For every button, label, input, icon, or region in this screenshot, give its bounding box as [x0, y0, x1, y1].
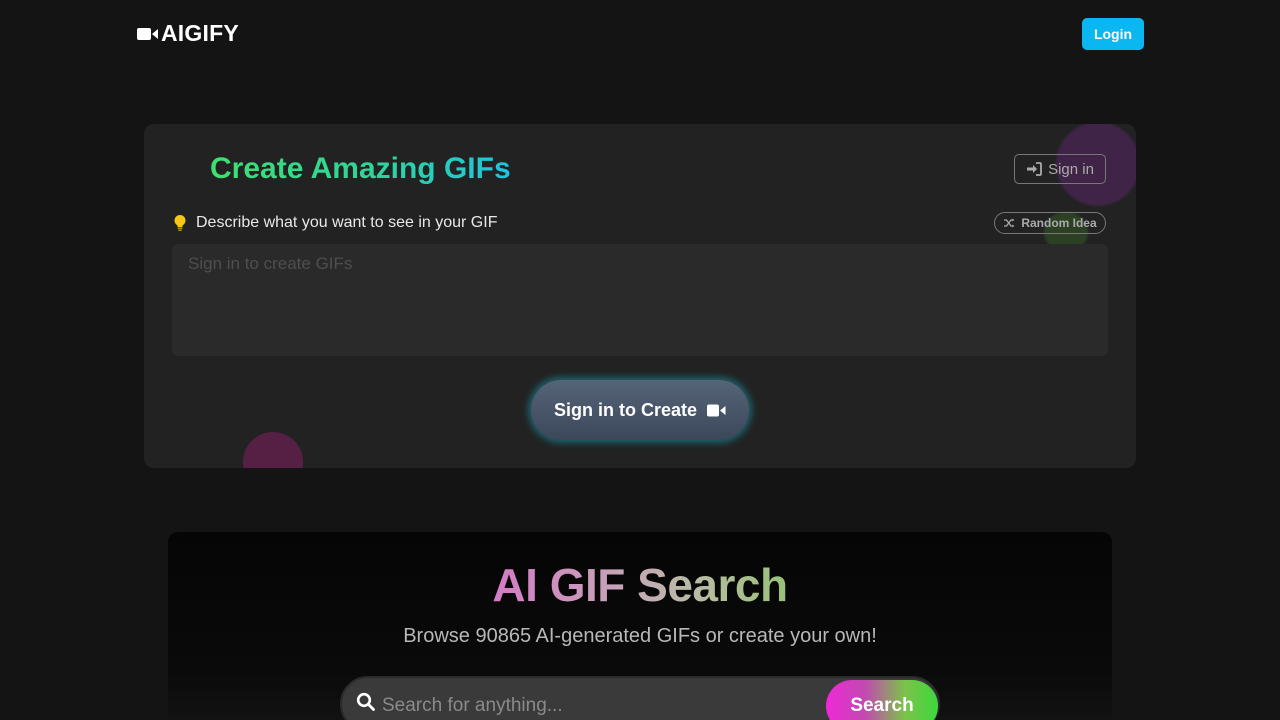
search-icon	[356, 692, 376, 712]
random-idea-label: Random Idea	[1021, 216, 1097, 230]
shuffle-icon	[1003, 217, 1015, 229]
prompt-textarea[interactable]	[172, 244, 1108, 356]
lightbulb-icon	[172, 214, 188, 232]
logo-text: AIGIFY	[161, 20, 239, 46]
search-title-text: AI GIF Search	[492, 559, 788, 611]
sign-in-label: Sign in	[1048, 160, 1094, 178]
page: AIGIFY Login Create Amazing GIFs Sign in	[0, 0, 1280, 720]
search-title: AI GIF Search	[168, 558, 1112, 612]
video-camera-icon	[137, 27, 159, 41]
search-input[interactable]	[380, 688, 824, 720]
logo[interactable]: AIGIFY	[137, 20, 239, 47]
decorative-blob	[243, 432, 303, 468]
prompt-label-row: Describe what you want to see in your GI…	[172, 214, 497, 232]
prompt-label: Describe what you want to see in your GI…	[196, 214, 498, 231]
login-button[interactable]: Login	[1082, 18, 1144, 50]
sign-in-button[interactable]: Sign in	[1014, 154, 1106, 184]
create-button-label: Sign in to Create	[553, 399, 697, 420]
gif-search-section: AI GIF Search Browse 90865 AI-generated …	[168, 532, 1112, 720]
sign-in-to-create-button[interactable]: Sign in to Create	[531, 380, 749, 440]
sign-in-icon	[1026, 162, 1042, 176]
search-bar: Search	[340, 676, 940, 720]
search-subtitle: Browse 90865 AI-generated GIFs or create…	[403, 625, 877, 647]
search-button[interactable]: Search	[826, 680, 938, 720]
create-title: Create Amazing GIFs	[210, 152, 511, 185]
create-gif-card: Create Amazing GIFs Sign in Describe wha…	[144, 124, 1136, 468]
random-idea-button[interactable]: Random Idea	[994, 212, 1106, 234]
video-camera-icon	[707, 404, 726, 417]
